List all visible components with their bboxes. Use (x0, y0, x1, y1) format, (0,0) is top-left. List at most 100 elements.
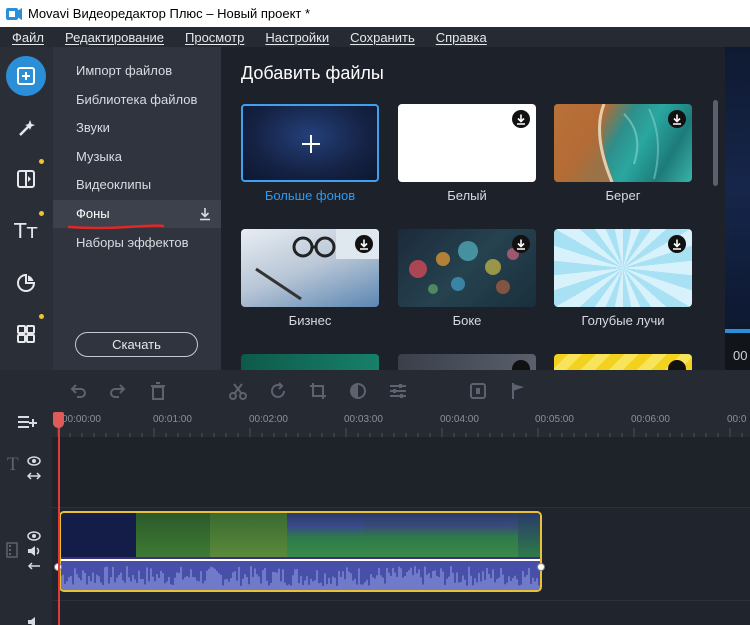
tile-business[interactable] (241, 229, 379, 307)
clip-properties-button[interactable] (389, 382, 407, 400)
menu-view[interactable]: Просмотр (172, 30, 252, 45)
panel-title: Добавить файлы (241, 63, 384, 83)
tile-blue-rays[interactable] (554, 229, 692, 307)
title-track[interactable] (52, 437, 750, 507)
tile-row3-2[interactable] (398, 354, 536, 370)
transitions-icon (17, 170, 35, 188)
category-import-files[interactable]: Импорт файлов (53, 57, 221, 85)
category-effect-packs[interactable]: Наборы эффектов (53, 229, 221, 257)
category-file-library[interactable]: Библиотека файлов (53, 86, 221, 114)
tile-row3-1[interactable] (241, 354, 379, 370)
preview-time: 00 (733, 348, 748, 363)
flag-icon (512, 383, 524, 399)
category-backgrounds-label: Фоны (76, 206, 110, 221)
download-arrow-icon (200, 208, 210, 221)
tile-white[interactable] (398, 104, 536, 182)
clip-frame (61, 513, 136, 557)
download-badge-icon[interactable] (512, 360, 530, 370)
menu-file[interactable]: Файл (0, 30, 52, 45)
download-badge-icon[interactable] (512, 235, 530, 253)
download-button[interactable]: Скачать (75, 332, 198, 357)
tile-row3-3[interactable] (554, 354, 692, 370)
time-ruler[interactable]: 00:00:00 00:01:00 00:02:00 00:03:00 00:0… (52, 410, 750, 437)
volume-line[interactable] (61, 559, 540, 561)
video-clip[interactable] (59, 511, 542, 592)
eye-icon[interactable] (27, 531, 41, 541)
titles-tool-button[interactable]: Tт (6, 211, 46, 251)
download-badge-icon[interactable] (512, 110, 530, 128)
trash-icon (151, 382, 165, 400)
tile-white-label: Белый (447, 188, 487, 203)
plus-icon (302, 135, 320, 153)
ruler-ticks (57, 428, 743, 437)
tool-rail: Tт (0, 47, 53, 370)
clip-frame (441, 513, 518, 557)
download-badge-icon[interactable] (668, 360, 686, 370)
speaker-icon-2[interactable] (27, 616, 41, 625)
audio-waveform (61, 559, 540, 590)
title-track-icon: T (7, 454, 19, 475)
category-video-clips[interactable]: Видеоклипы (53, 171, 221, 199)
menu-save[interactable]: Сохранить (337, 30, 423, 45)
track-controls: T (0, 410, 52, 625)
redo-button[interactable] (109, 382, 127, 400)
download-badge-icon[interactable] (668, 235, 686, 253)
tile-bokeh[interactable] (398, 229, 536, 307)
filters-tool-button[interactable] (6, 108, 46, 148)
import-icon (17, 67, 35, 85)
tick-label: 00:05:00 (535, 414, 574, 425)
red-annotation-underline (68, 224, 164, 230)
tick-label: 00:06:00 (631, 414, 670, 425)
marker-button[interactable] (509, 382, 527, 400)
preview-progress[interactable] (725, 329, 750, 333)
rotate-button[interactable] (269, 382, 287, 400)
redo-icon (110, 384, 126, 398)
add-track-icon[interactable] (17, 413, 37, 431)
audio-record-button[interactable] (469, 382, 487, 400)
stickers-tool-button[interactable] (6, 263, 46, 303)
menu-settings[interactable]: Настройки (252, 30, 337, 45)
preview-image (725, 47, 750, 329)
playhead-line[interactable] (58, 417, 60, 625)
arrow-left-icon[interactable] (27, 561, 41, 571)
speaker-icon[interactable] (27, 545, 41, 557)
transitions-new-dot (39, 159, 44, 164)
category-music[interactable]: Музыка (53, 143, 221, 171)
video-track-icon (6, 542, 18, 558)
eye-icon[interactable] (27, 456, 41, 466)
menu-bar: Файл Редактирование Просмотр Настройки С… (0, 27, 750, 47)
menu-help[interactable]: Справка (423, 30, 495, 45)
link-icon[interactable] (27, 471, 41, 481)
crop-icon (310, 383, 326, 399)
tile-shore[interactable] (554, 104, 692, 182)
color-adjust-button[interactable] (349, 382, 367, 400)
download-badge-icon[interactable] (668, 110, 686, 128)
clip-frame (287, 513, 364, 557)
magic-wand-icon (19, 120, 35, 136)
playhead-handle[interactable] (53, 412, 64, 428)
menu-edit[interactable]: Редактирование (52, 30, 172, 45)
track-separator (52, 600, 750, 601)
delete-button[interactable] (149, 382, 167, 400)
rotate-icon (271, 382, 285, 398)
timeline: T 00:00:00 00:01:00 00:02:00 00:03:00 00… (0, 410, 750, 625)
crop-button[interactable] (309, 382, 327, 400)
waveform-bars (61, 566, 540, 590)
volume-handle-right[interactable] (537, 563, 545, 571)
cut-button[interactable] (229, 382, 247, 400)
tile-more-backgrounds-label[interactable]: Больше фонов (235, 188, 385, 203)
clip-frame (136, 513, 210, 557)
tile-more-backgrounds[interactable] (241, 104, 379, 182)
clip-frame (364, 513, 441, 557)
more-tools-button[interactable] (6, 314, 46, 354)
tick-label: 00:02:00 (249, 414, 288, 425)
clip-frame (518, 513, 540, 557)
undo-button[interactable] (69, 382, 87, 400)
undo-icon (70, 384, 86, 398)
download-badge-icon[interactable] (355, 235, 373, 253)
import-tool-button[interactable] (6, 56, 46, 96)
category-sounds[interactable]: Звуки (53, 114, 221, 142)
transitions-tool-button[interactable] (6, 159, 46, 199)
content-scrollbar[interactable] (713, 100, 718, 186)
stickers-icon (17, 273, 36, 292)
